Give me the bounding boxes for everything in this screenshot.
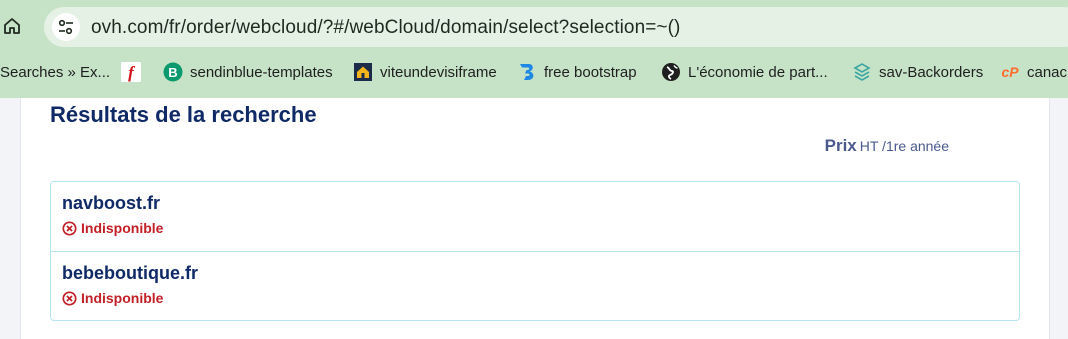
- home-button[interactable]: [0, 12, 24, 40]
- price-label: Prix: [824, 136, 857, 155]
- url-text[interactable]: ovh.com/fr/order/webcloud/?#/webCloud/do…: [91, 17, 680, 39]
- error-circle-icon: [62, 290, 77, 306]
- error-circle-icon: [62, 220, 77, 236]
- address-bar[interactable]: ovh.com/fr/order/webcloud/?#/webCloud/do…: [44, 7, 1068, 47]
- bookmark-label: Searches » Ex...: [0, 63, 111, 81]
- bootstrap-logo-icon: [517, 62, 537, 82]
- status-text: Indisponible: [81, 290, 164, 306]
- search-results-card: Résultats de la recherche Prix HT /1re an…: [20, 98, 1050, 339]
- result-row[interactable]: bebeboutique.fr Indisponible: [51, 251, 1019, 320]
- bookmark-label: viteundevisiframe: [380, 63, 497, 81]
- status-unavailable: Indisponible: [62, 220, 163, 236]
- browser-chrome: ovh.com/fr/order/webcloud/?#/webCloud/do…: [0, 0, 1068, 98]
- domain-name: navboost.fr: [62, 193, 161, 213]
- bookmark-label: free bootstrap: [544, 63, 637, 81]
- price-subtitle: HT /1re année: [859, 138, 949, 154]
- house-logo-icon: [353, 62, 373, 82]
- home-icon: [4, 18, 20, 34]
- bookmark-sav-backorders[interactable]: sav-Backorders: [852, 58, 983, 86]
- bookmark-canac[interactable]: cP canac: [1000, 58, 1067, 86]
- bookmark-sendinblue[interactable]: B sendinblue-templates: [163, 58, 333, 86]
- bookmark-label: sav-Backorders: [879, 63, 984, 81]
- status-text: Indisponible: [81, 220, 164, 236]
- results-list: navboost.fr Indisponible bebeboutique.fr: [50, 181, 1020, 321]
- page-title: Résultats de la recherche: [50, 102, 317, 127]
- b-logo-icon: B: [163, 62, 183, 82]
- bookmark-economie[interactable]: L'économie de part...: [661, 58, 828, 86]
- result-row[interactable]: navboost.fr Indisponible: [51, 182, 1019, 251]
- tune-icon: [58, 19, 73, 35]
- cpanel-logo-icon: cP: [1000, 62, 1020, 82]
- bookmark-label: sendinblue-templates: [190, 63, 333, 81]
- bookmark-f[interactable]: f: [121, 58, 148, 86]
- svg-text:cP: cP: [1001, 64, 1019, 80]
- bookmark-viteundevis[interactable]: viteundevisiframe: [353, 58, 497, 86]
- layers-logo-icon: [852, 62, 872, 82]
- page-content: Résultats de la recherche Prix HT /1re an…: [0, 98, 1068, 339]
- bookmark-label: canac: [1027, 63, 1068, 81]
- f-logo-icon: f: [121, 62, 141, 82]
- bookmark-searches[interactable]: Searches » Ex...: [0, 58, 110, 86]
- svg-text:B: B: [168, 65, 177, 80]
- site-info-button[interactable]: [52, 13, 80, 41]
- globe-icon: [661, 62, 681, 82]
- bookmark-free-bootstrap[interactable]: free bootstrap: [517, 58, 637, 86]
- domain-name: bebeboutique.fr: [62, 263, 198, 283]
- bookmark-label: L'économie de part...: [688, 63, 828, 81]
- bookmarks-bar: Searches » Ex... f B sendinblue-template…: [0, 58, 1068, 86]
- status-unavailable: Indisponible: [62, 290, 163, 306]
- price-header: Prix HT /1re année: [825, 136, 949, 156]
